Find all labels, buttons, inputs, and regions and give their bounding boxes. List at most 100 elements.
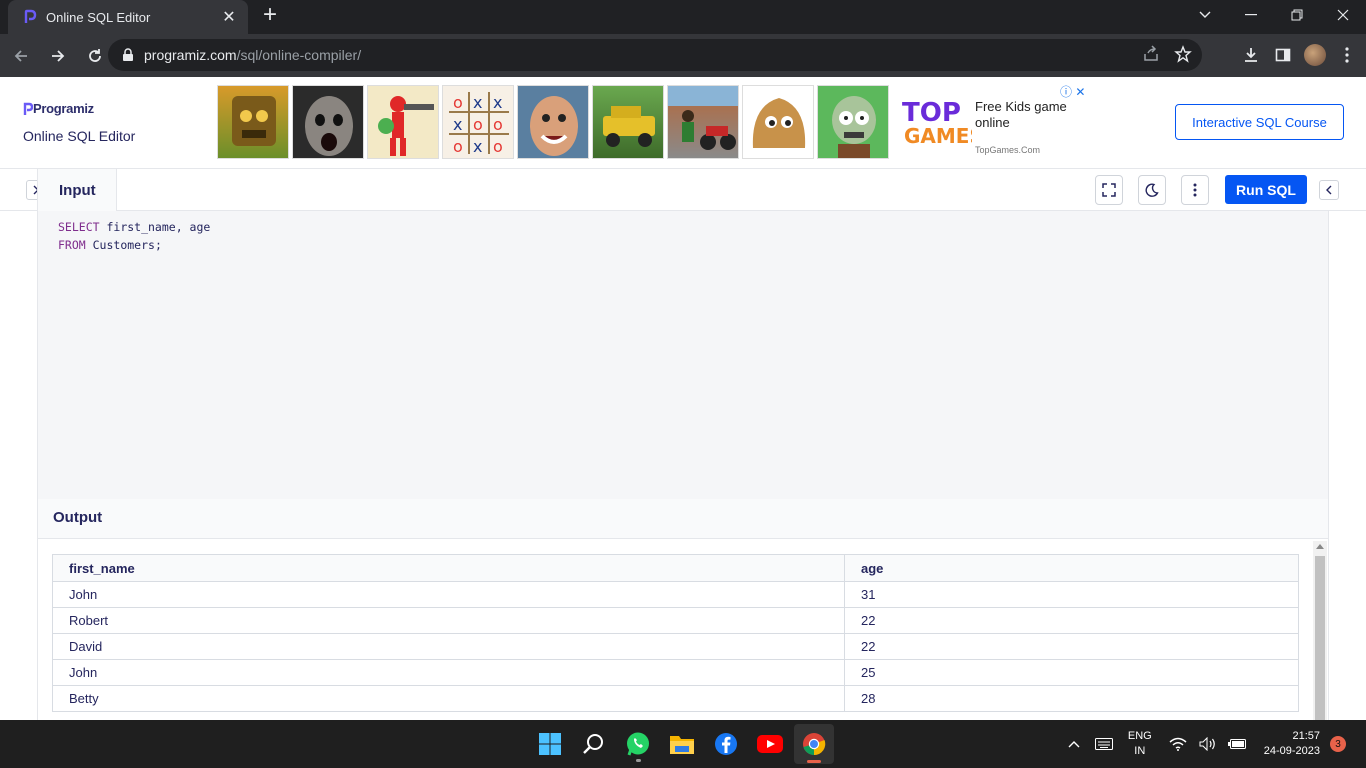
youtube-icon bbox=[757, 735, 783, 753]
svg-text:o: o bbox=[453, 93, 463, 112]
page-header: Programiz Online SQL Editor oxxxoooxo TO… bbox=[0, 77, 1366, 169]
site-subtitle: Online SQL Editor bbox=[23, 128, 136, 144]
scroll-up-arrow-icon[interactable] bbox=[1316, 544, 1324, 549]
collapse-panel-button[interactable] bbox=[1319, 180, 1339, 200]
address-bar[interactable]: programiz.com/sql/online-compiler/ bbox=[108, 39, 1202, 71]
ad-thumb-smiling-man[interactable] bbox=[517, 85, 589, 159]
ad-thumb-zombie-head[interactable] bbox=[817, 85, 889, 159]
profile-avatar[interactable] bbox=[1304, 39, 1326, 71]
show-hidden-icons-chevron-icon[interactable] bbox=[1062, 732, 1086, 756]
output-panel[interactable]: first_name age John 31 Robert 22 David 22 J… bbox=[37, 539, 1329, 720]
start-button[interactable] bbox=[530, 724, 570, 764]
table-row: Betty 28 bbox=[52, 685, 1299, 712]
ad-thumb-tic-tac-toe[interactable]: oxxxoooxo bbox=[442, 85, 514, 159]
language-code: ENG bbox=[1127, 730, 1152, 742]
windows-taskbar: ENG IN 21:57 24-09-2023 3 bbox=[0, 720, 1366, 768]
fullscreen-icon bbox=[1102, 183, 1116, 197]
folder-icon bbox=[670, 736, 694, 754]
ad-thumb-temple-runner[interactable] bbox=[217, 85, 289, 159]
table-cell: 25 bbox=[844, 659, 1299, 686]
ad-choices-close-icon[interactable]: ⓘ ✕ bbox=[1060, 83, 1085, 100]
back-button[interactable] bbox=[5, 40, 37, 72]
programiz-favicon-icon bbox=[24, 9, 37, 23]
interactive-sql-course-button[interactable]: Interactive SQL Course bbox=[1175, 104, 1344, 140]
table-cell: Robert bbox=[52, 607, 845, 634]
tab-close-icon[interactable]: ✕ bbox=[220, 7, 238, 27]
windows-logo-icon bbox=[539, 733, 561, 755]
input-language[interactable]: ENG IN bbox=[1128, 729, 1152, 759]
taskbar-search-button[interactable] bbox=[574, 724, 614, 764]
taskbar-clock[interactable]: 21:57 24-09-2023 bbox=[1264, 729, 1320, 759]
svg-text:x: x bbox=[473, 93, 482, 112]
column-header: first_name bbox=[52, 554, 845, 582]
browser-menu-icon[interactable] bbox=[1336, 39, 1358, 71]
minimize-button[interactable] bbox=[1228, 0, 1274, 30]
restore-button[interactable] bbox=[1274, 0, 1320, 30]
ad-thumb-pou-blob[interactable] bbox=[742, 85, 814, 159]
output-title: Output bbox=[37, 499, 1329, 539]
lock-icon[interactable] bbox=[122, 48, 134, 62]
download-icon[interactable] bbox=[1240, 39, 1262, 71]
table-header-row: first_name age bbox=[52, 554, 1299, 582]
tab-title: Online SQL Editor bbox=[46, 9, 151, 25]
tab-input[interactable]: Input bbox=[37, 169, 117, 212]
taskbar-youtube[interactable] bbox=[750, 724, 790, 764]
new-tab-button[interactable]: + bbox=[258, 3, 282, 28]
clock-time: 21:57 bbox=[1292, 730, 1320, 742]
taskbar-file-explorer[interactable] bbox=[662, 724, 702, 764]
bookmark-star-icon[interactable] bbox=[1174, 45, 1192, 63]
keyboard-icon[interactable] bbox=[1092, 732, 1116, 756]
ad-thumb-city-biker[interactable] bbox=[667, 85, 739, 159]
browser-tab[interactable]: Online SQL Editor ✕ bbox=[8, 0, 248, 34]
taskbar-chrome[interactable] bbox=[794, 724, 834, 764]
result-table: first_name age John 31 Robert 22 David 22 J… bbox=[52, 554, 1299, 712]
battery-icon[interactable] bbox=[1226, 732, 1250, 756]
notification-badge[interactable]: 3 bbox=[1330, 736, 1346, 752]
table-cell: Betty bbox=[52, 685, 845, 712]
svg-text:x: x bbox=[493, 93, 502, 112]
column-header: age bbox=[844, 554, 1299, 582]
sql-code-editor[interactable]: SELECT first_name, age FROM Customers; bbox=[37, 211, 1329, 499]
code-line: FROM Customers; bbox=[58, 236, 1328, 254]
taskbar-whatsapp[interactable] bbox=[618, 724, 658, 764]
side-panel-icon[interactable] bbox=[1272, 39, 1294, 71]
ad-thumb-horror-face[interactable] bbox=[292, 85, 364, 159]
editor-toolbar: Input Run SQL bbox=[0, 169, 1366, 212]
volume-icon[interactable] bbox=[1196, 732, 1220, 756]
table-cell: 28 bbox=[844, 685, 1299, 712]
tab-search-icon[interactable] bbox=[1182, 0, 1228, 30]
code-line: SELECT first_name, age bbox=[58, 218, 1328, 236]
output-scrollbar[interactable] bbox=[1313, 541, 1327, 720]
table-cell: David bbox=[52, 633, 845, 660]
sql-code: Customers; bbox=[85, 238, 162, 252]
run-sql-button[interactable]: Run SQL bbox=[1225, 175, 1307, 204]
vertical-dots-icon bbox=[1193, 183, 1197, 197]
sql-keyword: FROM bbox=[58, 238, 86, 252]
table-cell: John bbox=[52, 581, 845, 608]
close-window-button[interactable] bbox=[1320, 0, 1366, 30]
logo-text: Programiz bbox=[33, 101, 94, 116]
dark-mode-button[interactable] bbox=[1138, 175, 1166, 205]
svg-text:x: x bbox=[473, 137, 482, 156]
scrollbar-thumb[interactable] bbox=[1315, 556, 1325, 720]
reload-button[interactable] bbox=[79, 40, 111, 72]
svg-text:x: x bbox=[453, 115, 462, 134]
search-icon bbox=[583, 734, 603, 754]
ad-source[interactable]: TopGames.Com bbox=[975, 145, 1040, 155]
share-icon[interactable] bbox=[1142, 45, 1160, 63]
ad-thumb-yellow-jeep[interactable] bbox=[592, 85, 664, 159]
sql-code: first_name, age bbox=[99, 220, 211, 234]
ad-thumb-red-hero[interactable] bbox=[367, 85, 439, 159]
svg-text:o: o bbox=[493, 115, 503, 134]
programiz-logo[interactable]: Programiz bbox=[23, 101, 94, 116]
ad-text[interactable]: Free Kids game online bbox=[975, 99, 1075, 131]
sql-keyword: SELECT bbox=[58, 220, 100, 234]
fullscreen-button[interactable] bbox=[1095, 175, 1123, 205]
language-region: IN bbox=[1134, 745, 1146, 757]
ad-thumbnail-strip[interactable]: oxxxoooxo bbox=[217, 85, 889, 159]
wifi-icon[interactable] bbox=[1166, 732, 1190, 756]
more-options-button[interactable] bbox=[1181, 175, 1209, 205]
ad-brand-logo[interactable]: TOP GAMES bbox=[900, 97, 984, 148]
forward-button[interactable] bbox=[42, 40, 74, 72]
taskbar-facebook[interactable] bbox=[706, 724, 746, 764]
